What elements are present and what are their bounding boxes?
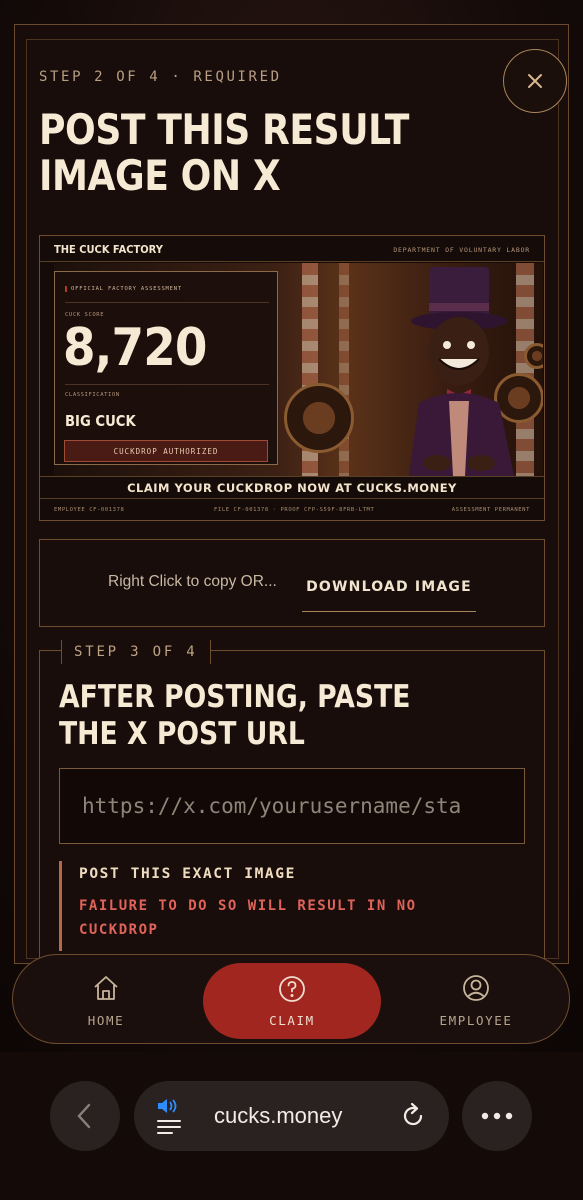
card-footer: EMPLOYEE CF-001378 FILE CF-001378 · PROO… [40,498,544,520]
divider [65,384,269,385]
step3-title-line: THE X POST URL [59,716,305,752]
address-url: cucks.money [214,1103,343,1128]
footer-status: ASSESSMENT PERMANENT [451,507,530,513]
nav-item-claim[interactable]: CLAIM [203,963,381,1039]
card-department: DEPARTMENT OF VOLUNTARY LABOR [393,246,530,254]
user-circle-icon [463,974,489,1001]
download-image-button[interactable]: DOWNLOAD IMAGE [302,562,476,612]
step3-tag: STEP 3 OF 4 [61,640,211,664]
bottom-nav: HOME CLAIM EMPLOYEE [12,954,570,1044]
nav-item-employee[interactable]: EMPLOYEE [421,955,531,1045]
claim-modal: STEP 2 OF 4 · REQUIRED POST THIS RESULT … [14,24,569,964]
warning-text: FAILURE TO DO SO WILL RESULT IN NO CUCKD… [79,898,417,938]
authorized-badge: CUCKDROP AUTHORIZED [64,440,268,462]
footer-file-proof: FILE CF-001378 · PROOF CFP-S59F-8FRB-LTM… [214,507,375,513]
warning-callout: POST THIS EXACT IMAGE FAILURE TO DO SO W… [59,861,525,951]
divider [65,302,269,303]
nav-label: CLAIM [269,1012,315,1028]
warning-title: POST THIS EXACT IMAGE [79,866,296,882]
step3-title: AFTER POSTING, PASTE THE X POST URL [59,679,437,753]
post-url-input[interactable] [59,768,525,844]
factory-scene-image: OFFICIAL FACTORY ASSESSMENT CUCK SCORE 8… [54,263,543,476]
assessment-tag: OFFICIAL FACTORY ASSESSMENT [65,286,182,292]
score-value: 8,720 [63,318,207,378]
close-button[interactable] [503,49,567,113]
reload-icon[interactable] [400,1103,426,1129]
address-bar[interactable]: cucks.money [134,1081,449,1151]
footer-employee-id: EMPLOYEE CF-001378 [54,507,125,513]
download-panel: Right Click to copy OR... DOWNLOAD IMAGE [39,539,545,627]
step3-title-line: AFTER POSTING, PASTE [59,679,411,715]
browser-back-button[interactable] [50,1081,120,1151]
card-header: THE CUCK FACTORY DEPARTMENT OF VOLUNTARY… [40,236,544,262]
nav-label: HOME [87,1012,125,1028]
more-options-button[interactable] [462,1081,532,1151]
copy-hint: Right Click to copy OR... [108,573,277,590]
nav-label: EMPLOYEE [439,1012,513,1028]
more-horizontal-icon [481,1112,513,1120]
classification-label: CLASSIFICATION [65,392,120,398]
help-circle-icon [279,975,305,1002]
modal-title: POST THIS RESULT IMAGE ON X [39,105,409,200]
reader-audio-icon [157,1099,181,1134]
nav-item-home[interactable]: HOME [51,955,161,1045]
top-hat-figure-illustration [409,267,514,476]
result-image-card: THE CUCK FACTORY DEPARTMENT OF VOLUNTARY… [39,235,545,521]
gear-icon [284,383,354,453]
home-icon [94,975,118,1000]
classification-value: BIG CUCK [65,412,136,430]
score-panel: OFFICIAL FACTORY ASSESSMENT CUCK SCORE 8… [54,271,278,465]
card-brand: THE CUCK FACTORY [54,243,163,256]
card-cta-text: CLAIM YOUR CUCKDROP NOW AT CUCKS.MONEY [40,476,544,498]
step-label: STEP 2 OF 4 · REQUIRED [39,69,282,85]
close-icon [528,74,542,88]
chevron-left-icon [77,1103,91,1129]
